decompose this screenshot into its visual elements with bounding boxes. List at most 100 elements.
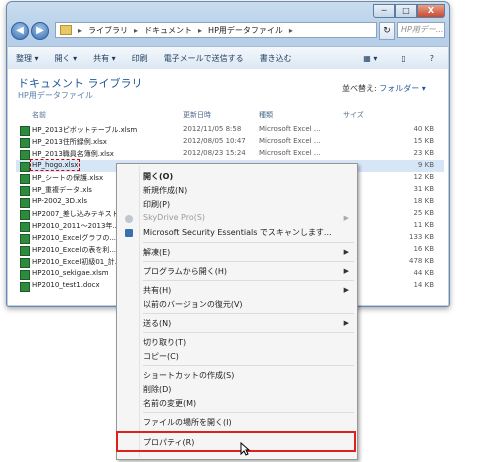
properties-highlight-box: [116, 431, 356, 452]
close-button[interactable]: X: [417, 4, 445, 18]
excel-file-icon: [20, 150, 30, 160]
share-button[interactable]: 共有 ▾: [85, 53, 124, 64]
security-shield-icon: [125, 229, 133, 237]
column-size[interactable]: サイズ: [343, 110, 364, 120]
menu-divider: [143, 365, 354, 366]
file-size: 16 KB: [413, 245, 434, 253]
file-row[interactable]: HP_2013ピボットテーブル.xlsm 2012/11/05 8:58 Micro…: [16, 124, 444, 136]
menu-divider: [143, 332, 354, 333]
excel-file-icon: [20, 198, 30, 208]
menu-item-open-with[interactable]: プログラムから開く(H): [143, 266, 227, 277]
menu-item-share[interactable]: 共有(H): [143, 285, 171, 296]
burn-button[interactable]: 書き込む: [252, 53, 300, 64]
library-subtitle: HP用データファイル: [18, 91, 93, 100]
file-name: HP2010_Excelの表を利...: [32, 246, 117, 254]
menu-item-open[interactable]: 開く(O): [143, 171, 173, 182]
excel-file-icon: [20, 162, 30, 172]
arrange-by[interactable]: 並べ替え: フォルダー ▾: [342, 83, 426, 94]
menu-item-open-location[interactable]: ファイルの場所を開く(I): [143, 417, 232, 428]
excel-file-icon: [20, 246, 30, 256]
menu-item-send-to[interactable]: 送る(N): [143, 318, 171, 329]
file-row[interactable]: HP_2013住所録例.xlsx 2012/08/05 10:47 Microsof…: [16, 136, 444, 148]
mouse-cursor-icon: [240, 441, 251, 458]
address-bar[interactable]: ▸ ライブラリ ▸ ドキュメント ▸ HP用データファイル ▸: [55, 22, 377, 38]
excel-file-icon: [20, 234, 30, 244]
folder-icon: [60, 25, 72, 35]
skydrive-icon: [125, 215, 133, 223]
file-row[interactable]: HP_2013職員名簿例.xlsx 2012/08/23 15:24 Microso…: [16, 148, 444, 160]
breadcrumb-libraries[interactable]: ライブラリ: [88, 25, 128, 36]
menu-item-new[interactable]: 新規作成(N): [143, 185, 187, 196]
file-size: 11 KB: [413, 221, 434, 229]
file-size: 9 KB: [417, 161, 434, 169]
file-name: HP_2013住所録例.xlsx: [32, 138, 107, 146]
menu-item-mse-scan[interactable]: Microsoft Security Essentials でスキャンします..…: [143, 227, 332, 238]
library-title: ドキュメント ライブラリ: [18, 77, 143, 90]
command-bar: 整理 ▾ 開く ▾ 共有 ▾ 印刷 電子メールで送信する 書き込む ▦ ▾ ▯ …: [8, 46, 448, 70]
column-type[interactable]: 種類: [259, 110, 273, 120]
print-button[interactable]: 印刷: [124, 53, 156, 64]
file-type: Microsoft Excel ...: [259, 125, 321, 133]
excel-file-icon: [20, 222, 30, 232]
excel-file-icon: [20, 126, 30, 136]
menu-divider: [143, 261, 354, 262]
file-name: HP_2013職員名簿例.xlsx: [32, 150, 114, 158]
file-name: HP-2002_3D.xls: [32, 197, 87, 205]
excel-file-icon: [20, 138, 30, 148]
file-name: HP_重複データ.xls: [32, 186, 92, 194]
open-button[interactable]: 開く ▾: [47, 53, 86, 64]
minimize-button[interactable]: ─: [373, 4, 395, 18]
file-size: 15 KB: [413, 137, 434, 145]
preview-pane-icon[interactable]: ▯: [393, 54, 413, 63]
context-menu: 開く(O) 新規作成(N) 印刷(P) SkyDrive Pro(S) ▶ Mi…: [116, 163, 358, 460]
file-date: 2012/11/05 8:58: [183, 125, 242, 133]
file-size: 23 KB: [413, 149, 434, 157]
breadcrumb-folder[interactable]: HP用データファイル: [208, 25, 283, 36]
file-size: 12 KB: [413, 173, 434, 181]
menu-item-delete[interactable]: 削除(D): [143, 384, 171, 395]
menu-divider: [143, 313, 354, 314]
menu-item-create-shortcut[interactable]: ショートカットの作成(S): [143, 370, 234, 381]
submenu-arrow-icon: ▶: [343, 267, 349, 275]
email-button[interactable]: 電子メールで送信する: [156, 53, 252, 64]
file-date: 2012/08/05 10:47: [183, 137, 246, 145]
excel-file-icon: [20, 174, 30, 184]
column-name[interactable]: 名前: [32, 110, 46, 120]
file-name: HP_hogo.xlsx: [29, 159, 81, 171]
back-button[interactable]: ◀: [11, 22, 29, 40]
submenu-arrow-icon: ▶: [343, 319, 349, 327]
file-date: 2012/08/23 15:24: [183, 149, 246, 157]
help-icon[interactable]: ?: [422, 54, 442, 63]
file-name: HP2010_Excelグラフの...: [32, 234, 117, 242]
menu-item-rename[interactable]: 名前の変更(M): [143, 398, 196, 409]
excel-file-icon: [20, 282, 30, 292]
file-size: 31 KB: [413, 185, 434, 193]
forward-button[interactable]: ▶: [31, 22, 49, 40]
column-date[interactable]: 更新日時: [183, 110, 211, 120]
organize-button[interactable]: 整理 ▾: [8, 53, 47, 64]
menu-item-unzip[interactable]: 解凍(E): [143, 247, 170, 258]
file-size: 44 KB: [413, 269, 434, 277]
arrange-by-value[interactable]: フォルダー ▾: [379, 84, 426, 93]
file-name: HP2010_2011～2013年...: [32, 222, 120, 230]
menu-divider: [143, 412, 354, 413]
file-type: Microsoft Excel ...: [259, 149, 321, 157]
file-type: Microsoft Excel ...: [259, 137, 321, 145]
menu-item-print[interactable]: 印刷(P): [143, 199, 170, 210]
menu-item-skydrive: SkyDrive Pro(S): [143, 213, 206, 222]
menu-item-cut[interactable]: 切り取り(T): [143, 337, 186, 348]
maximize-button[interactable]: □: [395, 4, 417, 18]
search-input[interactable]: HP用デー...: [397, 22, 445, 38]
submenu-arrow-icon: ▶: [343, 214, 349, 222]
menu-item-restore-versions[interactable]: 以前のバージョンの復元(V): [143, 299, 243, 310]
breadcrumb-documents[interactable]: ドキュメント: [144, 25, 192, 36]
excel-file-icon: [20, 258, 30, 268]
file-name: HP_シートの保護.xlsx: [32, 174, 104, 182]
file-name: HP2010_Excel初級01_計...: [32, 258, 122, 266]
menu-item-copy[interactable]: コピー(C): [143, 351, 179, 362]
window-controls: ─ □ X: [373, 4, 445, 18]
file-size: 18 KB: [413, 197, 434, 205]
excel-file-icon: [20, 186, 30, 196]
view-options-icon[interactable]: ▦ ▾: [355, 54, 385, 63]
refresh-icon[interactable]: ↻: [379, 22, 395, 40]
